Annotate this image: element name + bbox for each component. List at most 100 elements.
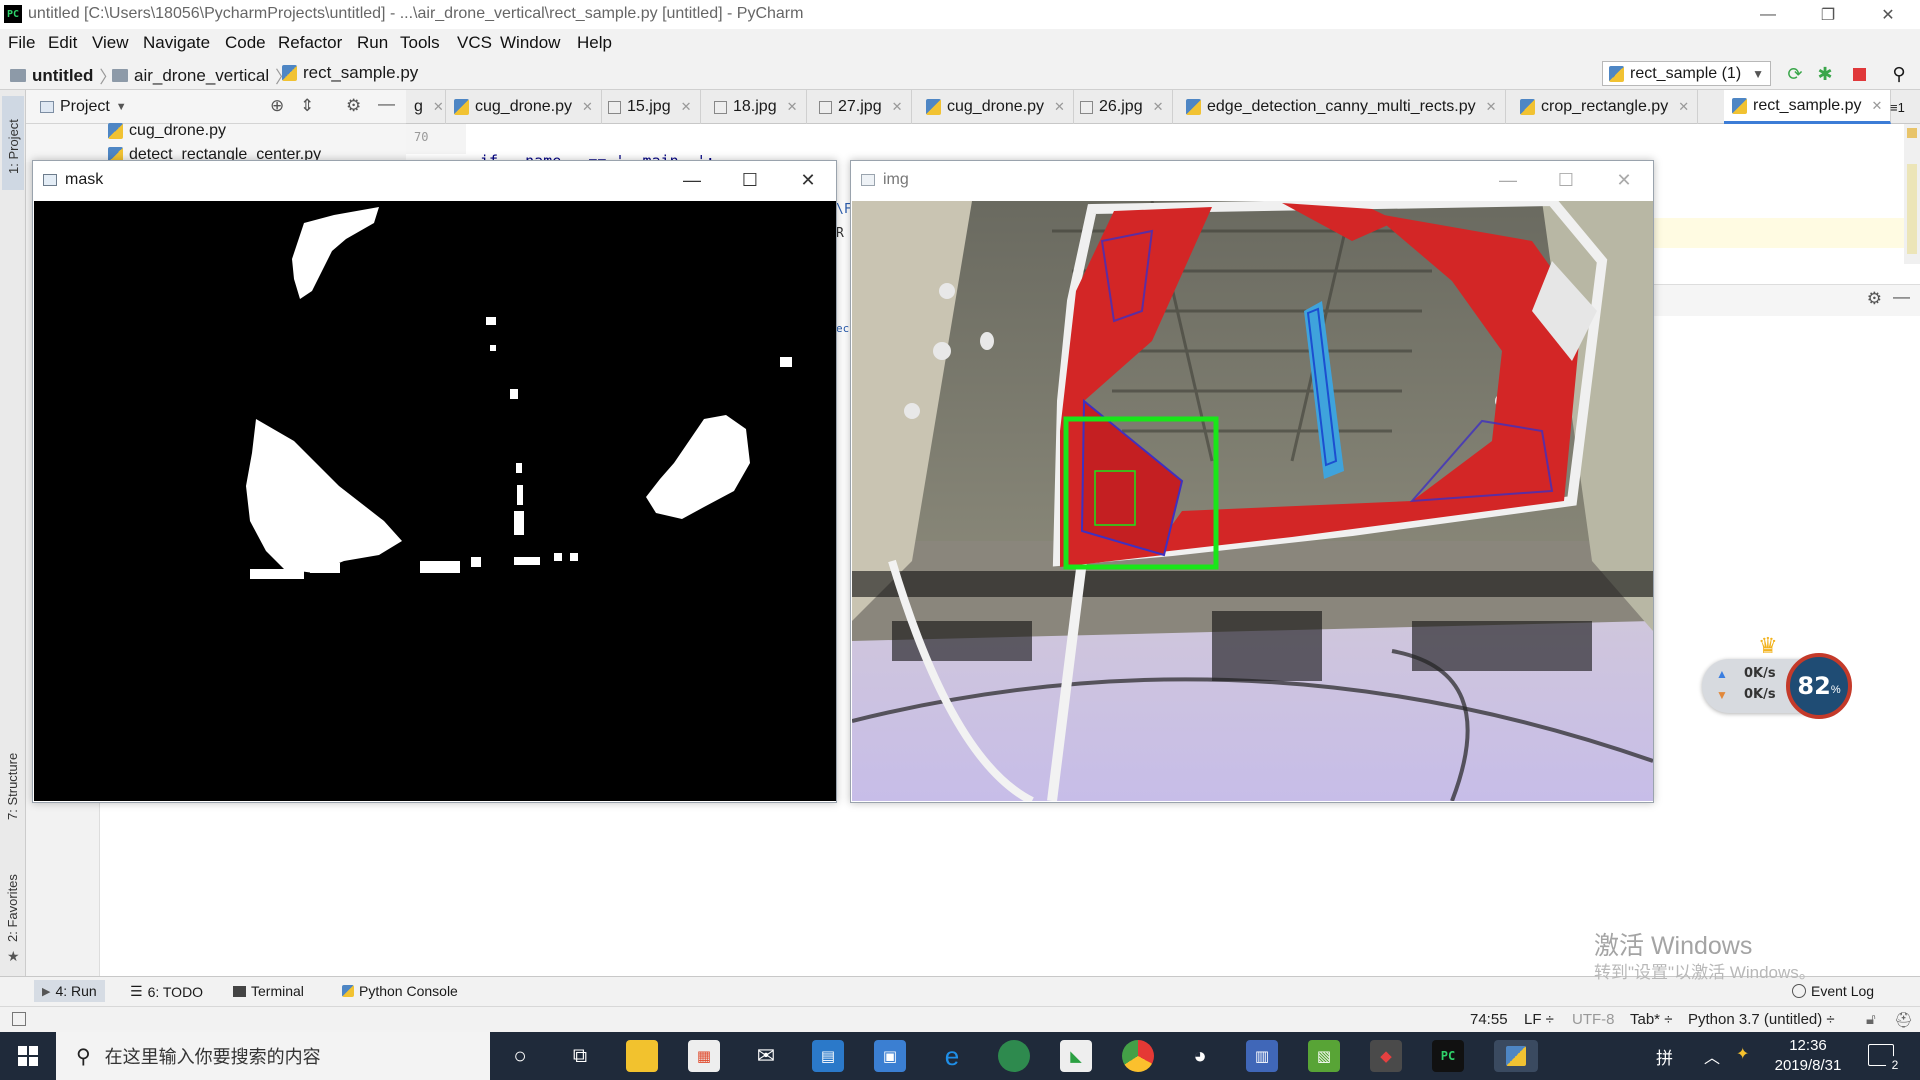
cortana-icon[interactable]: ○	[504, 1040, 536, 1072]
editor-tab-active[interactable]: rect_sample.py ✕	[1724, 90, 1892, 124]
breadcrumb-project[interactable]: untitled 〉	[10, 63, 116, 88]
menu-run[interactable]: Run	[357, 33, 388, 53]
python-console-tool-tab[interactable]: Python Console	[342, 983, 458, 999]
menu-tools[interactable]: Tools	[400, 33, 440, 53]
mail-icon[interactable]: ✉	[750, 1040, 782, 1072]
close-tab-icon[interactable]: ✕	[681, 99, 692, 115]
network-speed-widget[interactable]: ▲ 0K/s ▼ 0K/s 82 % ♛	[1702, 633, 1852, 719]
mask-window[interactable]: mask — ☐ ✕	[32, 160, 837, 803]
edge-browser-icon[interactable]: e	[936, 1040, 968, 1072]
close-tab-icon[interactable]: ✕	[1872, 98, 1883, 114]
network-devices-icon[interactable]: ▣	[874, 1040, 906, 1072]
tray-expand-icon[interactable]: ︿	[1704, 1044, 1720, 1068]
contacts-card-icon[interactable]: ▤	[812, 1040, 844, 1072]
close-tab-icon[interactable]: ✕	[1486, 99, 1497, 115]
globe-app-icon[interactable]	[998, 1040, 1030, 1072]
close-tab-icon[interactable]: ✕	[1153, 99, 1164, 115]
editor-tab[interactable]: cug_drone.py ✕	[918, 90, 1074, 124]
tab-overflow-button[interactable]: ≡1	[1882, 90, 1920, 124]
hide-panel-icon[interactable]: —	[1893, 287, 1910, 307]
file-encoding[interactable]: UTF-8	[1572, 1011, 1615, 1028]
rerun-icon[interactable]: ⟳	[1784, 63, 1806, 85]
project-view-select[interactable]: Project ▼	[40, 98, 127, 116]
project-tool-tab[interactable]: 1: Project	[2, 96, 24, 190]
maximize-button[interactable]: ☐	[721, 161, 779, 199]
close-tab-icon[interactable]: ✕	[892, 99, 903, 115]
close-tab-icon[interactable]: ✕	[787, 99, 798, 115]
editor-tab[interactable]: crop_rectangle.py ✕	[1512, 90, 1699, 124]
structure-tool-tab[interactable]: 7: Structure	[5, 753, 20, 820]
close-tab-icon[interactable]: ✕	[433, 99, 444, 115]
taskbar-clock[interactable]: 12:36 2019/8/31	[1760, 1036, 1856, 1076]
toggle-tool-windows-icon[interactable]	[12, 1012, 26, 1026]
menu-navigate[interactable]: Navigate	[143, 33, 210, 53]
qq-penguin-icon[interactable]: ◕	[1184, 1040, 1216, 1072]
hide-panel-icon[interactable]: —	[378, 94, 395, 114]
close-window-button[interactable]: ✕	[779, 161, 837, 199]
editor-tab[interactable]: 26.jpg ✕	[1072, 90, 1173, 124]
editor-tab[interactable]: cug_drone.py ✕	[446, 90, 602, 124]
inspector-icon[interactable]: ⛑︎	[1894, 1011, 1913, 1029]
warning-marker[interactable]	[1907, 128, 1917, 138]
image-viewer-icon[interactable]: ▧	[1308, 1040, 1340, 1072]
close-tab-icon[interactable]: ✕	[582, 99, 593, 115]
menu-file[interactable]: File	[8, 33, 35, 53]
file-explorer-icon[interactable]	[626, 1040, 658, 1072]
restore-button[interactable]: ❐	[1800, 0, 1856, 29]
stop-icon[interactable]	[1848, 63, 1870, 85]
minimize-button[interactable]: —	[1740, 0, 1796, 29]
todo-tool-tab[interactable]: ☰ 6: TODO	[130, 983, 203, 1000]
run-tool-tab[interactable]: ▶ 4: Run	[34, 980, 105, 1002]
img-window[interactable]: img — ☐ ✕	[850, 160, 1654, 803]
lock-icon[interactable]: 🔓︎	[1866, 1011, 1876, 1028]
editor-tab[interactable]: 18.jpg ✕	[706, 90, 807, 124]
store-icon[interactable]: ▦	[688, 1040, 720, 1072]
favorites-tool-tab[interactable]: 2: Favorites	[5, 874, 20, 942]
menu-code[interactable]: Code	[225, 33, 266, 53]
close-tab-icon[interactable]: ✕	[1678, 99, 1689, 115]
run-configuration-select[interactable]: rect_sample (1) ▼	[1602, 61, 1771, 86]
menu-vcs[interactable]: VCS	[457, 33, 492, 53]
menu-window[interactable]: Window	[500, 33, 560, 53]
editor-tab[interactable]: edge_detection_canny_multi_rects.py ✕	[1178, 90, 1506, 124]
python-app-icon[interactable]	[1494, 1040, 1538, 1072]
breadcrumb-file[interactable]: rect_sample.py	[282, 63, 418, 83]
maximize-button[interactable]: ☐	[1537, 161, 1595, 199]
breadcrumb-folder[interactable]: air_drone_vertical 〉	[112, 63, 292, 88]
green-app-icon[interactable]: ◣	[1060, 1040, 1092, 1072]
editor-tab[interactable]: 15.jpg ✕	[600, 90, 701, 124]
close-window-button[interactable]: ✕	[1595, 161, 1653, 199]
indent-setting[interactable]: Tab* ÷	[1630, 1011, 1672, 1028]
git-kraken-icon[interactable]: ◆	[1370, 1040, 1402, 1072]
gear-icon[interactable]: ⚙	[1867, 289, 1882, 309]
taskbar-search-box[interactable]: ⚲ 在这里输入你要搜索的内容	[56, 1032, 490, 1080]
gear-icon[interactable]: ⚙	[346, 96, 361, 116]
menu-refactor[interactable]: Refactor	[278, 33, 342, 53]
line-separator[interactable]: LF ÷	[1524, 1011, 1554, 1028]
menu-view[interactable]: View	[92, 33, 129, 53]
start-button[interactable]	[0, 1032, 56, 1080]
python-interpreter[interactable]: Python 3.7 (untitled) ÷	[1688, 1011, 1835, 1028]
minimize-button[interactable]: —	[663, 161, 721, 199]
close-tab-icon[interactable]: ✕	[1054, 99, 1065, 115]
remote-desktop-icon[interactable]: ▥	[1246, 1040, 1278, 1072]
terminal-tool-tab[interactable]: Terminal	[233, 983, 304, 999]
debug-bug-icon[interactable]: ✱	[1814, 63, 1836, 85]
editor-tab[interactable]: g ✕	[406, 90, 446, 124]
chrome-browser-icon[interactable]	[1122, 1040, 1154, 1072]
event-log-tool-tab[interactable]: Event Log	[1792, 983, 1874, 999]
menu-help[interactable]: Help	[577, 33, 612, 53]
pycharm-taskbar-icon[interactable]: PC	[1432, 1040, 1464, 1072]
search-icon[interactable]: ⚲	[1888, 63, 1910, 85]
ime-indicator[interactable]: 拼	[1656, 1044, 1673, 1069]
menu-edit[interactable]: Edit	[48, 33, 77, 53]
editor-tab[interactable]: 27.jpg ✕	[811, 90, 912, 124]
project-tree-item[interactable]: cug_drone.py	[108, 122, 226, 140]
scroll-thumb[interactable]	[1907, 164, 1917, 254]
task-view-icon[interactable]: ⧉	[564, 1040, 596, 1072]
tray-app-icon[interactable]: ✦	[1736, 1044, 1749, 1064]
minimize-button[interactable]: —	[1479, 161, 1537, 199]
close-window-button[interactable]: ✕	[1860, 0, 1916, 29]
caret-position[interactable]: 74:55	[1470, 1011, 1508, 1028]
collapse-all-icon[interactable]: ⇕	[300, 96, 314, 116]
